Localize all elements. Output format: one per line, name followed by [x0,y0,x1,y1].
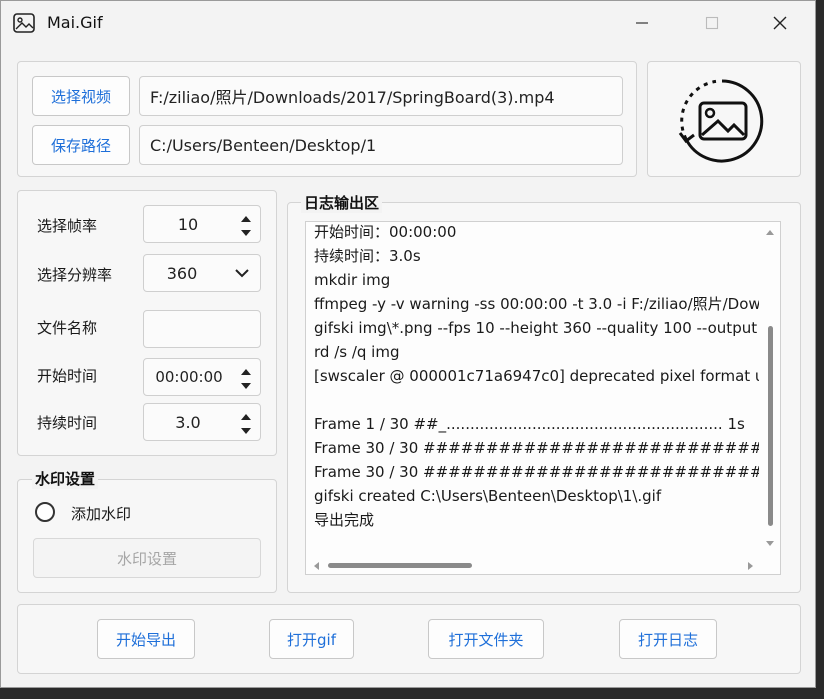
fps-label: 选择帧率 [37,217,98,235]
add-watermark-label[interactable]: 添加水印 [71,503,131,524]
log-line: rd /s /q img [314,343,400,361]
spin-arrows-icon[interactable] [240,410,252,438]
horizontal-scroll-thumb[interactable] [328,563,472,568]
resolution-dropdown[interactable]: 360 [143,254,261,292]
resolution-label: 选择分辨率 [37,266,113,284]
video-path-field[interactable]: F:/ziliao/照片/Downloads/2017/SpringBoard(… [139,76,623,116]
gif-convert-logo-icon[interactable] [676,75,768,167]
log-line: ffmpeg -y -v warning -ss 00:00:00 -t 3.0… [314,295,759,313]
watermark-settings-button[interactable]: 水印设置 [33,538,261,578]
maximize-button[interactable] [689,1,735,45]
open-gif-button[interactable]: 打开gif [269,619,354,659]
log-lines: 开始时间：00:00:00 持续时间：3.0s mkdir img ffmpeg -y… [314,222,759,550]
scroll-down-icon[interactable] [765,540,775,548]
log-line: 开始时间：00:00:00 [314,223,457,241]
save-path-field[interactable]: C:/Users/Benteen/Desktop/1 [139,125,623,165]
maximize-icon [705,16,719,30]
spin-arrows-icon[interactable] [240,212,252,240]
log-line: 持续时间：3.0s [314,247,421,265]
image-icon [13,13,35,33]
minimize-icon [636,22,648,24]
log-group-title: 日志输出区 [301,192,383,213]
chevron-down-icon [235,269,249,278]
add-watermark-radio[interactable] [35,502,55,522]
fps-spinbox[interactable]: 10 [143,205,261,243]
select-video-button[interactable]: 选择视频 [32,76,130,116]
start-export-button[interactable]: 开始导出 [97,619,195,659]
vertical-scrollbar[interactable] [760,222,780,558]
log-line: Frame 30 / 30 ##########################… [314,463,759,481]
log-line: Frame 1 / 30 ##_........................… [314,415,745,433]
spin-arrows-icon[interactable] [240,365,252,393]
watermark-group-title: 水印设置 [32,468,99,489]
horizontal-scrollbar[interactable] [306,556,761,574]
log-line: 导出完成 [314,511,375,529]
filename-input[interactable] [143,310,261,348]
log-line: Frame 30 / 30 ##########################… [314,439,759,457]
log-line: mkdir img [314,271,391,289]
window-title: Mai.Gif [47,13,103,32]
minimize-button[interactable] [619,1,665,45]
start-time-label: 开始时间 [37,367,98,385]
fps-value: 10 [177,214,199,234]
log-line: gifski created C:\Users\Benteen\Desktop\… [314,487,662,505]
duration-spinbox[interactable]: 3.0 [143,403,261,441]
filename-label: 文件名称 [37,319,98,337]
log-line: [swscaler @ 000001c71a6947c0] deprecated… [314,367,759,385]
start-time-spinbox[interactable]: 00:00:00 [143,358,261,396]
open-log-button[interactable]: 打开日志 [619,619,717,659]
save-path-button[interactable]: 保存路径 [32,125,130,165]
app-window: Mai.Gif 选择视频 F:/ziliao/照片/Downloads/2017… [0,0,816,688]
vertical-scroll-thumb[interactable] [768,326,773,526]
duration-label: 持续时间 [37,414,98,432]
title-bar[interactable]: Mai.Gif [1,1,815,45]
scroll-up-icon[interactable] [765,228,775,236]
close-icon [773,16,787,30]
start-time-value: 00:00:00 [155,368,223,386]
close-button[interactable] [757,1,803,45]
resolution-value: 360 [166,263,198,283]
duration-value: 3.0 [175,412,201,432]
log-output[interactable]: 开始时间：00:00:00 持续时间：3.0s mkdir img ffmpeg -y… [305,221,781,575]
open-folder-button[interactable]: 打开文件夹 [428,619,544,659]
scroll-right-icon[interactable] [747,561,755,571]
log-line: gifski img\*.png --fps 10 --height 360 -… [314,319,758,337]
scroll-left-icon[interactable] [312,561,320,571]
